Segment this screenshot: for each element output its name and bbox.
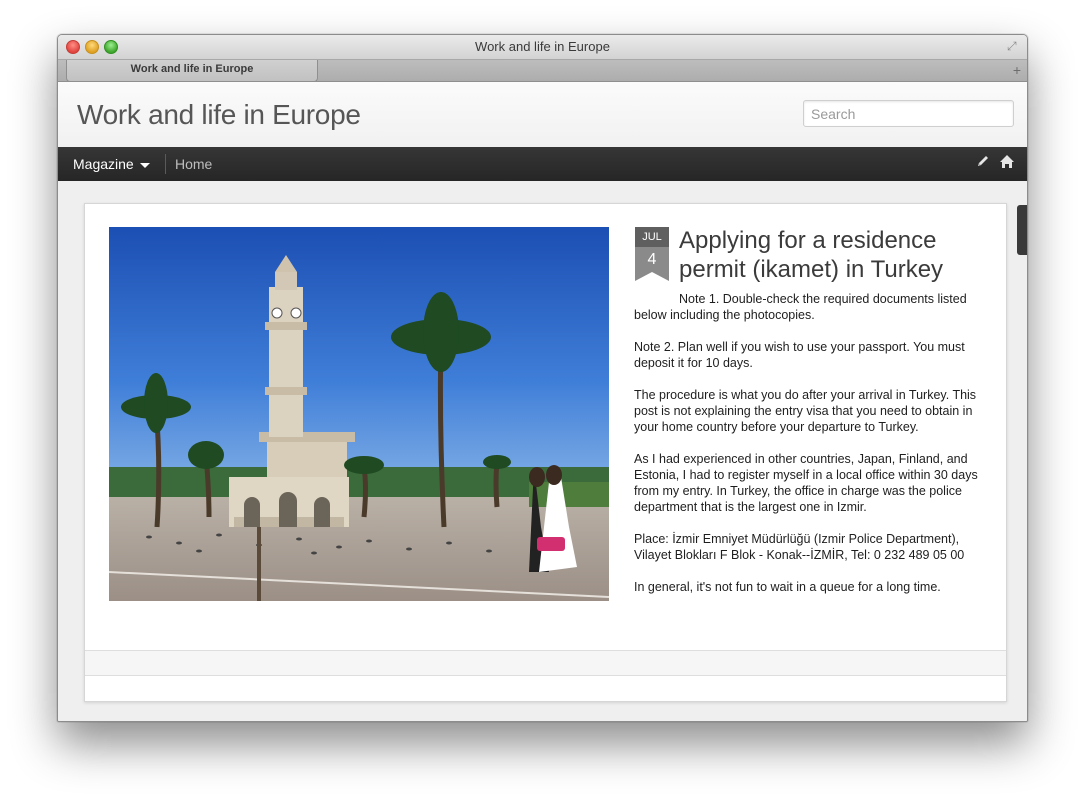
title-bar[interactable]: Work and life in Europe ⤢ — [58, 35, 1027, 60]
post-paragraph: The procedure is what you do after your … — [634, 388, 977, 434]
post-footer — [85, 650, 1006, 676]
tab-bar: Work and life in Europe + — [58, 60, 1027, 82]
chevron-down-icon — [139, 162, 150, 168]
date-ribbon — [635, 272, 669, 281]
post-paragraph: As I had experienced in other countries,… — [634, 452, 978, 514]
post-card: JUL 4 Applying for a residence permit (i… — [84, 203, 1007, 702]
post-photo[interactable] — [109, 227, 609, 601]
site-title[interactable]: Work and life in Europe — [77, 99, 361, 131]
scrollbar-thumb[interactable] — [1017, 205, 1027, 255]
nav-magazine-label: Magazine — [73, 156, 134, 172]
search-input[interactable] — [803, 100, 1014, 127]
date-day: 4 — [635, 247, 669, 272]
post-body: Note 1. Double-check the required docume… — [634, 291, 984, 611]
post-paragraph: Place: İzmir Emniyet Müdürlüğü (Izmir Po… — [634, 532, 965, 562]
pencil-icon[interactable] — [976, 154, 990, 172]
nav-magazine-dropdown[interactable]: Magazine — [73, 156, 150, 172]
post-paragraph: Note 1. Double-check the required docume… — [634, 292, 967, 322]
navbar: Magazine Home — [58, 147, 1027, 181]
post-date-badge: JUL 4 — [635, 227, 669, 281]
web-page: Work and life in Europe Magazine Home — [58, 82, 1027, 721]
post-title[interactable]: Applying for a residence permit (ikamet)… — [679, 226, 979, 284]
tab-work-and-life[interactable]: Work and life in Europe — [66, 60, 318, 82]
window-title: Work and life in Europe — [475, 39, 610, 54]
fullscreen-icon[interactable]: ⤢ — [1007, 39, 1021, 53]
new-tab-icon[interactable]: + — [1013, 62, 1021, 78]
nav-divider — [165, 154, 166, 174]
nav-home-link[interactable]: Home — [175, 156, 212, 172]
browser-window: Work and life in Europe ⤢ Work and life … — [57, 34, 1028, 722]
home-icon[interactable] — [999, 154, 1015, 173]
date-month: JUL — [635, 227, 669, 247]
post-paragraph: In general, it's not fun to wait in a qu… — [634, 580, 941, 594]
post-paragraph: Note 2. Plan well if you wish to use you… — [634, 340, 965, 370]
site-header: Work and life in Europe — [58, 82, 1027, 147]
